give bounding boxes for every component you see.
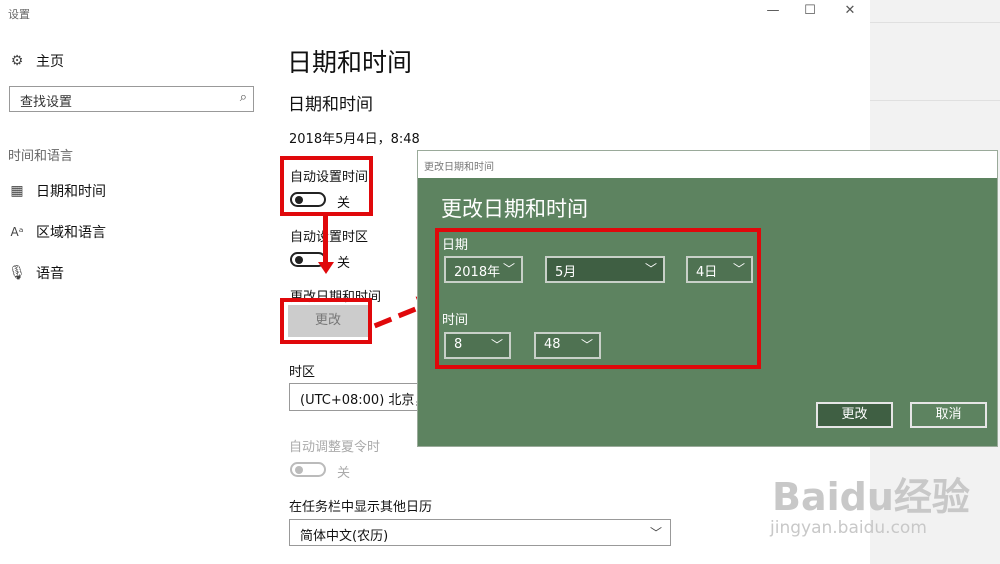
dst-label: 自动调整夏令时 bbox=[289, 440, 381, 455]
sidebar-home[interactable]: ⚙ 主页 bbox=[8, 51, 64, 71]
annotation-arrowhead-down bbox=[318, 262, 334, 274]
highlight-box-auto-time bbox=[280, 156, 373, 216]
sidebar-item-label: 日期和时间 bbox=[36, 184, 106, 200]
chevron-down-icon: ﹀ bbox=[502, 262, 515, 276]
month-select[interactable]: 5月 ﹀ bbox=[545, 256, 665, 283]
auto-zone-state: 关 bbox=[337, 256, 351, 271]
section-title: 日期和时间 bbox=[288, 95, 373, 115]
window-title: 设置 bbox=[8, 8, 30, 21]
microphone-icon: 🎙 bbox=[8, 265, 26, 281]
annotation-arrow-down bbox=[323, 216, 328, 264]
dialog-titlebar: 更改日期和时间 bbox=[418, 151, 997, 178]
timezone-select[interactable]: (UTC+08:00) 北京，重 bbox=[289, 383, 440, 411]
close-button[interactable]: ✕ bbox=[835, 2, 865, 20]
chevron-down-icon: ﹀ bbox=[649, 526, 662, 540]
sidebar-item-label: 区域和语言 bbox=[36, 225, 106, 241]
current-datetime: 2018年5月4日，8:48 bbox=[289, 132, 420, 147]
gear-icon: ⚙ bbox=[10, 53, 24, 69]
chevron-down-icon: ﹀ bbox=[732, 262, 745, 276]
maximize-button[interactable]: ☐ bbox=[795, 2, 825, 20]
auto-zone-label: 自动设置时区 bbox=[290, 230, 369, 245]
search-placeholder: 查找设置 bbox=[20, 95, 73, 110]
chevron-down-icon: ﹀ bbox=[490, 338, 503, 352]
timezone-label: 时区 bbox=[289, 365, 316, 380]
time-label: 时间 bbox=[442, 313, 469, 328]
minute-value: 48 bbox=[544, 337, 561, 352]
sidebar-item-speech[interactable]: 🎙 语音 bbox=[8, 263, 64, 283]
chevron-down-icon: ﹀ bbox=[644, 262, 657, 276]
sidebar-item-label: 语音 bbox=[36, 266, 64, 282]
page-title: 日期和时间 bbox=[287, 48, 413, 77]
sidebar-section-title: 时间和语言 bbox=[8, 149, 74, 164]
sidebar-item-date-time[interactable]: ▦ 日期和时间 bbox=[8, 181, 106, 201]
calendar-icon: ▦ bbox=[10, 183, 24, 199]
dst-state: 关 bbox=[337, 466, 351, 481]
calendar-label: 在任务栏中显示其他日历 bbox=[289, 500, 433, 515]
calendar-select[interactable]: 简体中文(农历) ﹀ bbox=[289, 519, 671, 546]
search-input[interactable]: 查找设置 ⌕ bbox=[9, 86, 254, 112]
day-value: 4日 bbox=[696, 265, 718, 280]
minute-select[interactable]: 48 ﹀ bbox=[534, 332, 601, 359]
watermark-logo: Baidu经验 bbox=[772, 475, 970, 519]
chevron-down-icon: ﹀ bbox=[580, 338, 593, 352]
dialog-ok-button[interactable]: 更改 bbox=[816, 402, 893, 428]
dialog-title: 更改日期和时间 bbox=[441, 197, 588, 221]
sidebar-home-label: 主页 bbox=[36, 54, 64, 70]
dst-toggle[interactable] bbox=[290, 462, 326, 477]
year-select[interactable]: 2018年 ﹀ bbox=[444, 256, 523, 283]
watermark: Baidu经验 jingyan.baidu.com bbox=[760, 448, 985, 548]
hour-value: 8 bbox=[454, 337, 463, 352]
minimize-button[interactable]: — bbox=[758, 2, 788, 20]
year-value: 2018年 bbox=[454, 265, 501, 280]
dialog-cancel-button[interactable]: 取消 bbox=[910, 402, 987, 428]
hour-select[interactable]: 8 ﹀ bbox=[444, 332, 511, 359]
highlight-box-change-button bbox=[280, 298, 372, 344]
sidebar-item-region-language[interactable]: Aᵃ 区域和语言 bbox=[8, 222, 106, 242]
change-datetime-dialog: 更改日期和时间 更改日期和时间 日期 2018年 ﹀ 5月 ﹀ 4日 ﹀ 时间 … bbox=[417, 150, 998, 447]
calendar-value: 简体中文(农历) bbox=[300, 529, 389, 544]
date-label: 日期 bbox=[442, 238, 469, 253]
month-value: 5月 bbox=[555, 265, 577, 280]
search-icon[interactable]: ⌕ bbox=[240, 90, 247, 105]
watermark-url: jingyan.baidu.com bbox=[770, 518, 927, 538]
day-select[interactable]: 4日 ﹀ bbox=[686, 256, 753, 283]
language-icon: Aᵃ bbox=[10, 225, 24, 239]
dialog-window-title: 更改日期和时间 bbox=[424, 162, 494, 173]
